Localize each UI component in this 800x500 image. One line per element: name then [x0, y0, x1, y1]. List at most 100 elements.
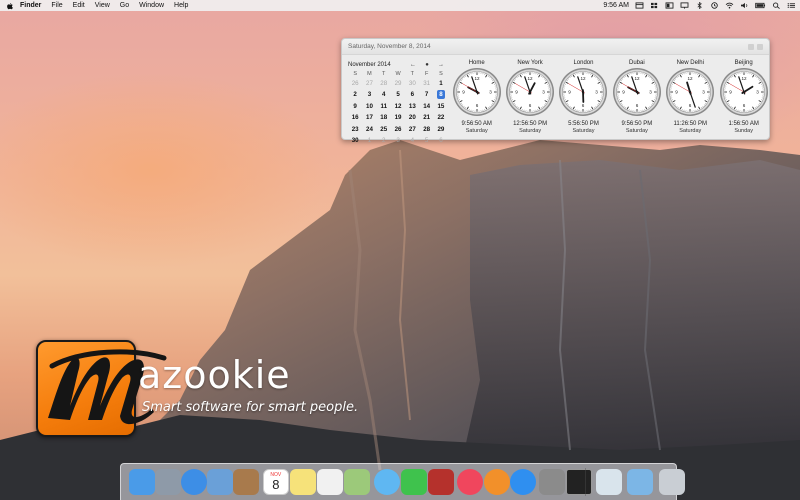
contacts-icon[interactable] — [232, 469, 259, 495]
photo-booth-icon[interactable] — [427, 469, 454, 495]
calendar-day[interactable]: 31 — [419, 78, 433, 89]
calendar-day[interactable]: 18 — [377, 112, 391, 123]
calendar-day[interactable]: 2 — [377, 135, 391, 146]
menu-window[interactable]: Window — [139, 0, 164, 11]
calendar-day[interactable]: 3 — [391, 135, 405, 146]
calendar-day[interactable]: 28 — [419, 124, 433, 135]
clock-day-label: Saturday — [572, 128, 595, 134]
calendar-day[interactable]: 27 — [362, 78, 376, 89]
clock-dubai[interactable]: Dubai 12 3 6 9 9:56:50 PM Saturday — [610, 59, 663, 135]
apple-menu-icon[interactable] — [6, 2, 14, 10]
menu-go[interactable]: Go — [120, 0, 129, 11]
clock-new-delhi[interactable]: New Delhi 12 3 6 9 11:26:50 PM Saturday — [664, 59, 717, 135]
menubar-calendar-icon[interactable] — [635, 2, 644, 9]
downloads-folder-icon[interactable] — [626, 469, 653, 495]
calendar-day[interactable]: 29 — [434, 124, 448, 135]
preview-icon[interactable] — [595, 469, 622, 495]
calendar-day[interactable]: 2 — [348, 89, 362, 100]
calendar-day[interactable]: 4 — [405, 135, 419, 146]
clock-new-york[interactable]: New York 12 3 6 9 12:56:50 PM Saturday — [503, 59, 556, 135]
calendar-day[interactable]: 30 — [405, 78, 419, 89]
clock-day-label: Saturday — [465, 128, 488, 134]
itunes-icon[interactable] — [456, 469, 483, 495]
calendar-day[interactable]: 6 — [405, 89, 419, 100]
calendar-day[interactable]: 30 — [348, 135, 362, 146]
widget-pin-button[interactable] — [748, 44, 754, 50]
clock-dial-number: 9 — [462, 90, 465, 95]
safari-icon[interactable] — [180, 469, 207, 495]
mail-icon[interactable] — [206, 469, 233, 495]
system-preferences-icon[interactable] — [538, 469, 565, 495]
calendar-day[interactable]: 24 — [362, 124, 376, 135]
volume-icon[interactable] — [740, 2, 749, 9]
calendar-icon-day: 8 — [272, 477, 280, 492]
menubar-grid-icon[interactable] — [650, 2, 659, 9]
menu-view[interactable]: View — [95, 0, 110, 11]
calendar-day[interactable]: 22 — [434, 112, 448, 123]
spotlight-search-icon[interactable] — [772, 2, 781, 9]
calendar-day[interactable]: 14 — [419, 101, 433, 112]
calendar-day[interactable]: 26 — [391, 124, 405, 135]
widget-menu-button[interactable] — [757, 44, 763, 50]
ibooks-icon[interactable] — [483, 469, 510, 495]
calendar-day[interactable]: 23 — [348, 124, 362, 135]
calendar-day[interactable]: 29 — [391, 78, 405, 89]
menu-file[interactable]: File — [51, 0, 62, 11]
calendar-day[interactable]: 4 — [377, 89, 391, 100]
menu-edit[interactable]: Edit — [73, 0, 85, 11]
calendar-day[interactable]: 5 — [391, 89, 405, 100]
calendar-day[interactable]: 1 — [434, 78, 448, 89]
clock-dial-number: 3 — [596, 90, 599, 95]
calendar-next-month-button[interactable]: → — [434, 62, 448, 68]
calendar-day[interactable]: 20 — [405, 112, 419, 123]
launchpad-icon[interactable] — [154, 469, 181, 495]
calendar-day[interactable]: 21 — [419, 112, 433, 123]
calendar-day[interactable]: 6 — [434, 135, 448, 146]
app-store-icon[interactable] — [509, 469, 536, 495]
calendar-prev-month-button[interactable]: ← — [406, 62, 420, 68]
finder-icon[interactable] — [128, 469, 155, 495]
calendar-day[interactable]: 26 — [348, 78, 362, 89]
time-machine-icon[interactable] — [710, 2, 719, 9]
calendar-day[interactable]: 8 — [434, 89, 448, 100]
notes-icon[interactable] — [289, 469, 316, 495]
calendar-day[interactable]: 1 — [362, 135, 376, 146]
trash-icon[interactable] — [658, 469, 685, 495]
facetime-icon[interactable] — [400, 469, 427, 495]
bluetooth-icon[interactable] — [695, 2, 704, 9]
calendar-day[interactable]: 25 — [377, 124, 391, 135]
menubar-clock[interactable]: 9:56 AM — [603, 2, 629, 9]
menubar-window-icon[interactable] — [665, 2, 674, 9]
calendar-day[interactable]: 28 — [377, 78, 391, 89]
calendar-day[interactable]: 12 — [391, 101, 405, 112]
reminders-icon[interactable] — [316, 469, 343, 495]
clock-beijing[interactable]: Beijing 12 3 6 9 1:56:50 AM Sunday — [717, 59, 770, 135]
battery-icon[interactable] — [755, 2, 766, 9]
maps-icon[interactable] — [343, 469, 370, 495]
calendar-day[interactable]: 3 — [362, 89, 376, 100]
clock-london[interactable]: London 12 3 6 9 5:56:50 PM Saturday — [557, 59, 610, 135]
notification-center-icon[interactable] — [787, 2, 796, 9]
calendar-day[interactable]: 17 — [362, 112, 376, 123]
clock-home[interactable]: Home 12 3 6 9 9:56:50 AM Saturday — [450, 59, 503, 135]
messages-icon[interactable] — [373, 469, 400, 495]
calendar-day[interactable]: 9 — [348, 101, 362, 112]
calendar-day[interactable]: 10 — [362, 101, 376, 112]
calendar-day[interactable]: 19 — [391, 112, 405, 123]
calendar-day[interactable]: 27 — [405, 124, 419, 135]
menu-help[interactable]: Help — [174, 0, 188, 11]
calendar-today-button[interactable]: ● — [420, 62, 434, 68]
calendar-day[interactable]: 16 — [348, 112, 362, 123]
wifi-icon[interactable] — [725, 2, 734, 9]
calendar-day[interactable]: 15 — [434, 101, 448, 112]
calendar-day[interactable]: 5 — [419, 135, 433, 146]
menu-finder[interactable]: Finder — [20, 0, 41, 11]
analog-clock-face: 12 3 6 9 — [719, 68, 768, 116]
calendar-day[interactable]: 13 — [405, 101, 419, 112]
menubar-display-icon[interactable] — [680, 2, 689, 9]
calendar-icon[interactable]: NOV 8 — [262, 469, 289, 495]
calendar-day[interactable]: 11 — [377, 101, 391, 112]
clock-day-label: Saturday — [519, 128, 542, 134]
calendar-day[interactable]: 7 — [419, 89, 433, 100]
terminal-icon[interactable] — [565, 469, 592, 495]
